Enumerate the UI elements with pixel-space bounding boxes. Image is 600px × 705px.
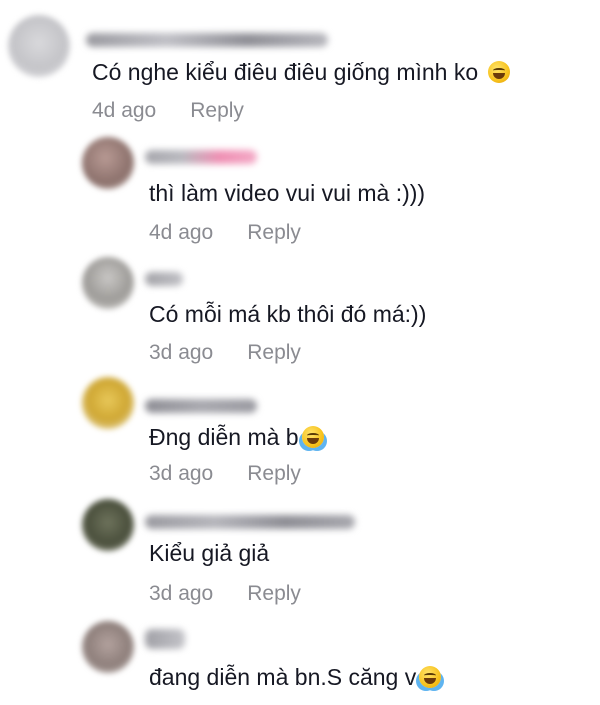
comment-text: Có mỗi má kb thôi đó má:)) bbox=[149, 300, 426, 328]
comment-text-content: đang diễn mà bn.S căng v bbox=[149, 664, 417, 690]
comment-meta: 4d ago Reply bbox=[149, 220, 301, 246]
comment-timestamp: 4d ago bbox=[92, 99, 157, 122]
comment-text-content: Có mỗi má kb thôi đó má:)) bbox=[149, 301, 427, 327]
avatar[interactable] bbox=[82, 621, 134, 673]
comment-text-content: Kiểu giả giả bbox=[149, 540, 270, 566]
comment-text: Có nghe kiểu điêu điêu giống mình ko bbox=[92, 58, 510, 86]
comment-item: Có nghe kiểu điêu điêu giống mình ko 4d … bbox=[0, 0, 600, 125]
comment-meta: 3d ago Reply bbox=[149, 461, 301, 487]
comment-text-content: Đng diễn mà b bbox=[149, 424, 299, 450]
reply-button[interactable]: Reply bbox=[247, 341, 301, 364]
comment-timestamp: 3d ago bbox=[149, 341, 214, 364]
reply-comment-item: Đng diễn mà b 3d ago Reply bbox=[0, 365, 600, 485]
comment-meta: 3d ago Reply bbox=[149, 340, 301, 366]
username-blurred[interactable] bbox=[145, 629, 185, 649]
reply-comment-item: Có mỗi má kb thôi đó má:)) 3d ago Reply bbox=[0, 245, 600, 365]
username-blurred[interactable] bbox=[145, 150, 257, 164]
reply-comment-item: đang diễn mà bn.S căng v bbox=[0, 605, 600, 705]
username-blurred[interactable] bbox=[145, 272, 183, 286]
reply-button[interactable]: Reply bbox=[190, 99, 244, 122]
avatar[interactable] bbox=[82, 137, 134, 189]
avatar[interactable] bbox=[82, 257, 134, 309]
comment-text: Đng diễn mà b bbox=[149, 423, 324, 451]
comment-text: thì làm video vui vui mà :))) bbox=[149, 179, 425, 207]
avatar[interactable] bbox=[82, 377, 134, 429]
comment-text-content: Có nghe kiểu điêu điêu giống mình ko bbox=[92, 59, 479, 85]
username-blurred[interactable] bbox=[86, 33, 328, 47]
avatar[interactable] bbox=[8, 15, 70, 77]
comment-timestamp: 4d ago bbox=[149, 221, 214, 244]
comment-meta: 3d ago Reply bbox=[149, 581, 301, 607]
reply-button[interactable]: Reply bbox=[247, 582, 301, 605]
comment-timestamp: 3d ago bbox=[149, 462, 214, 485]
comment-text: Kiểu giả giả bbox=[149, 539, 269, 567]
reply-button[interactable]: Reply bbox=[247, 462, 301, 485]
comment-meta: 4d ago Reply bbox=[92, 98, 244, 124]
avatar[interactable] bbox=[82, 499, 134, 551]
comment-text-content: thì làm video vui vui mà :))) bbox=[149, 180, 426, 206]
tears-of-joy-emoji-icon bbox=[301, 426, 324, 448]
username-blurred[interactable] bbox=[145, 399, 257, 413]
reply-comment-item: thì làm video vui vui mà :))) 4d ago Repl… bbox=[0, 125, 600, 245]
comment-timestamp: 3d ago bbox=[149, 582, 214, 605]
username-blurred[interactable] bbox=[145, 515, 355, 529]
reply-button[interactable]: Reply bbox=[247, 221, 301, 244]
comment-text: đang diễn mà bn.S căng v bbox=[149, 663, 442, 691]
reply-comment-item: Kiểu giả giả 3d ago Reply bbox=[0, 485, 600, 605]
tears-of-joy-emoji-icon bbox=[419, 666, 442, 688]
sweat-smile-emoji-icon bbox=[487, 61, 510, 83]
